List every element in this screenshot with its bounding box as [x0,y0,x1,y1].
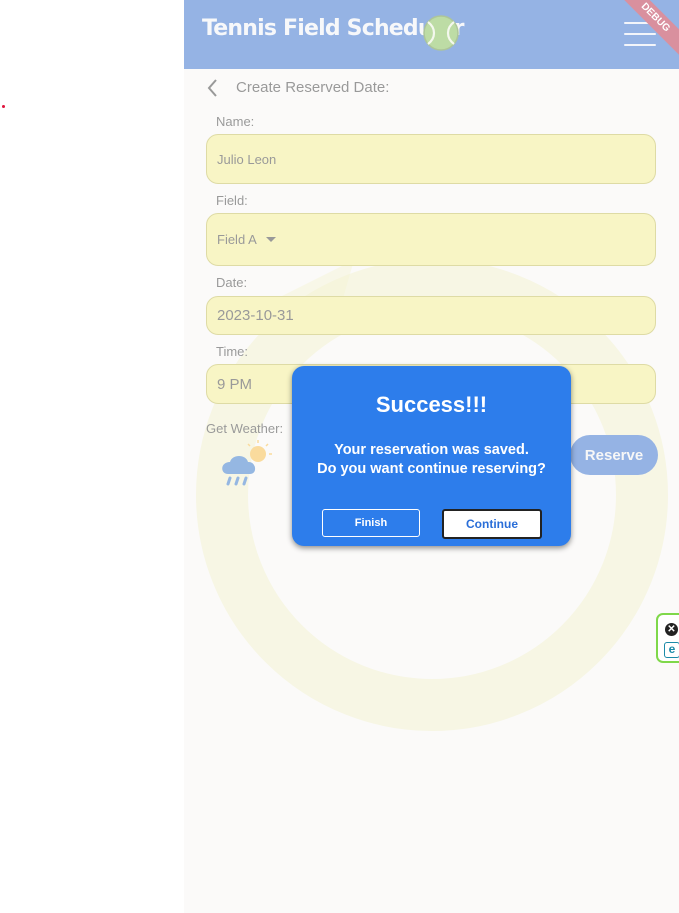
close-icon[interactable]: ✕ [665,623,678,636]
page-dot [2,105,5,108]
dialog-message: Your reservation was saved. Do you want … [292,441,571,479]
success-dialog: Success!!! Your reservation was saved. D… [292,366,571,546]
dialog-message-line-1: Your reservation was saved. [334,442,529,458]
dialog-title: Success!!! [375,392,488,417]
app-window: Tennis Field Scheduler DEBUG Create Rese… [184,0,679,913]
extension-logo-icon[interactable]: e [664,642,679,658]
continue-button[interactable]: Continue [442,509,542,539]
extension-widget: ✕ e [656,613,679,663]
dialog-message-line-2: Do you want continue reserving? [317,461,546,477]
finish-button[interactable]: Finish [322,509,420,537]
